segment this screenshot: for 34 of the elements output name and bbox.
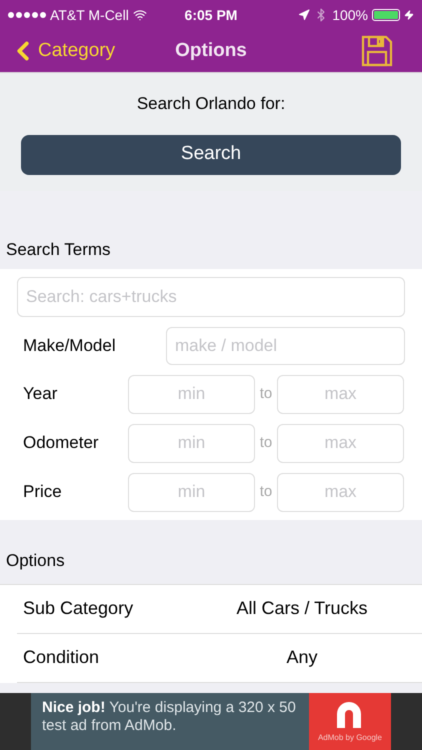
battery-icon bbox=[372, 9, 400, 21]
section-header: Options bbox=[6, 550, 65, 570]
max-field[interactable]: max bbox=[277, 424, 404, 462]
screen-title: Options bbox=[175, 38, 247, 63]
battery-percent: 100% bbox=[332, 6, 368, 24]
carrier-name: AT&T M-Cell bbox=[50, 6, 129, 24]
min-field[interactable]: min bbox=[128, 472, 255, 512]
field-label: Year bbox=[22, 383, 58, 406]
field-label: Price bbox=[22, 481, 63, 504]
range-separator: to bbox=[258, 482, 274, 502]
option-row[interactable]: Sub Category All Cars / Trucks bbox=[17, 584, 422, 634]
min-field[interactable]: min bbox=[128, 374, 255, 414]
section-header: Search Terms bbox=[6, 240, 111, 258]
max-field[interactable]: max bbox=[277, 374, 404, 414]
ad-brand: AdMob by Google bbox=[318, 732, 382, 744]
clock-time: 6:05 PM bbox=[184, 6, 238, 24]
search-field[interactable]: Search: cars+trucks bbox=[17, 276, 405, 316]
min-field[interactable]: min bbox=[128, 424, 255, 462]
ad-text: Nice job! You're displaying a 320 x 50 test ad from AdMob. bbox=[42, 699, 297, 735]
location-icon bbox=[298, 9, 310, 21]
range-separator: to bbox=[258, 384, 274, 404]
search-button[interactable]: Search bbox=[21, 134, 401, 174]
max-field[interactable]: max bbox=[277, 472, 404, 512]
save-button[interactable] bbox=[360, 34, 394, 68]
field-label: Make/Model bbox=[22, 334, 117, 357]
search-prompt: Search Orlando for: bbox=[136, 93, 286, 115]
back-button[interactable]: Category bbox=[8, 36, 116, 66]
option-row[interactable]: Condition Any bbox=[17, 634, 422, 682]
make-model-field[interactable]: make / model bbox=[166, 326, 405, 364]
wifi-icon bbox=[132, 8, 147, 22]
field-label: Odometer bbox=[22, 432, 100, 454]
range-separator: to bbox=[258, 432, 274, 453]
signal-icon bbox=[8, 12, 46, 18]
charging-icon bbox=[404, 10, 414, 20]
